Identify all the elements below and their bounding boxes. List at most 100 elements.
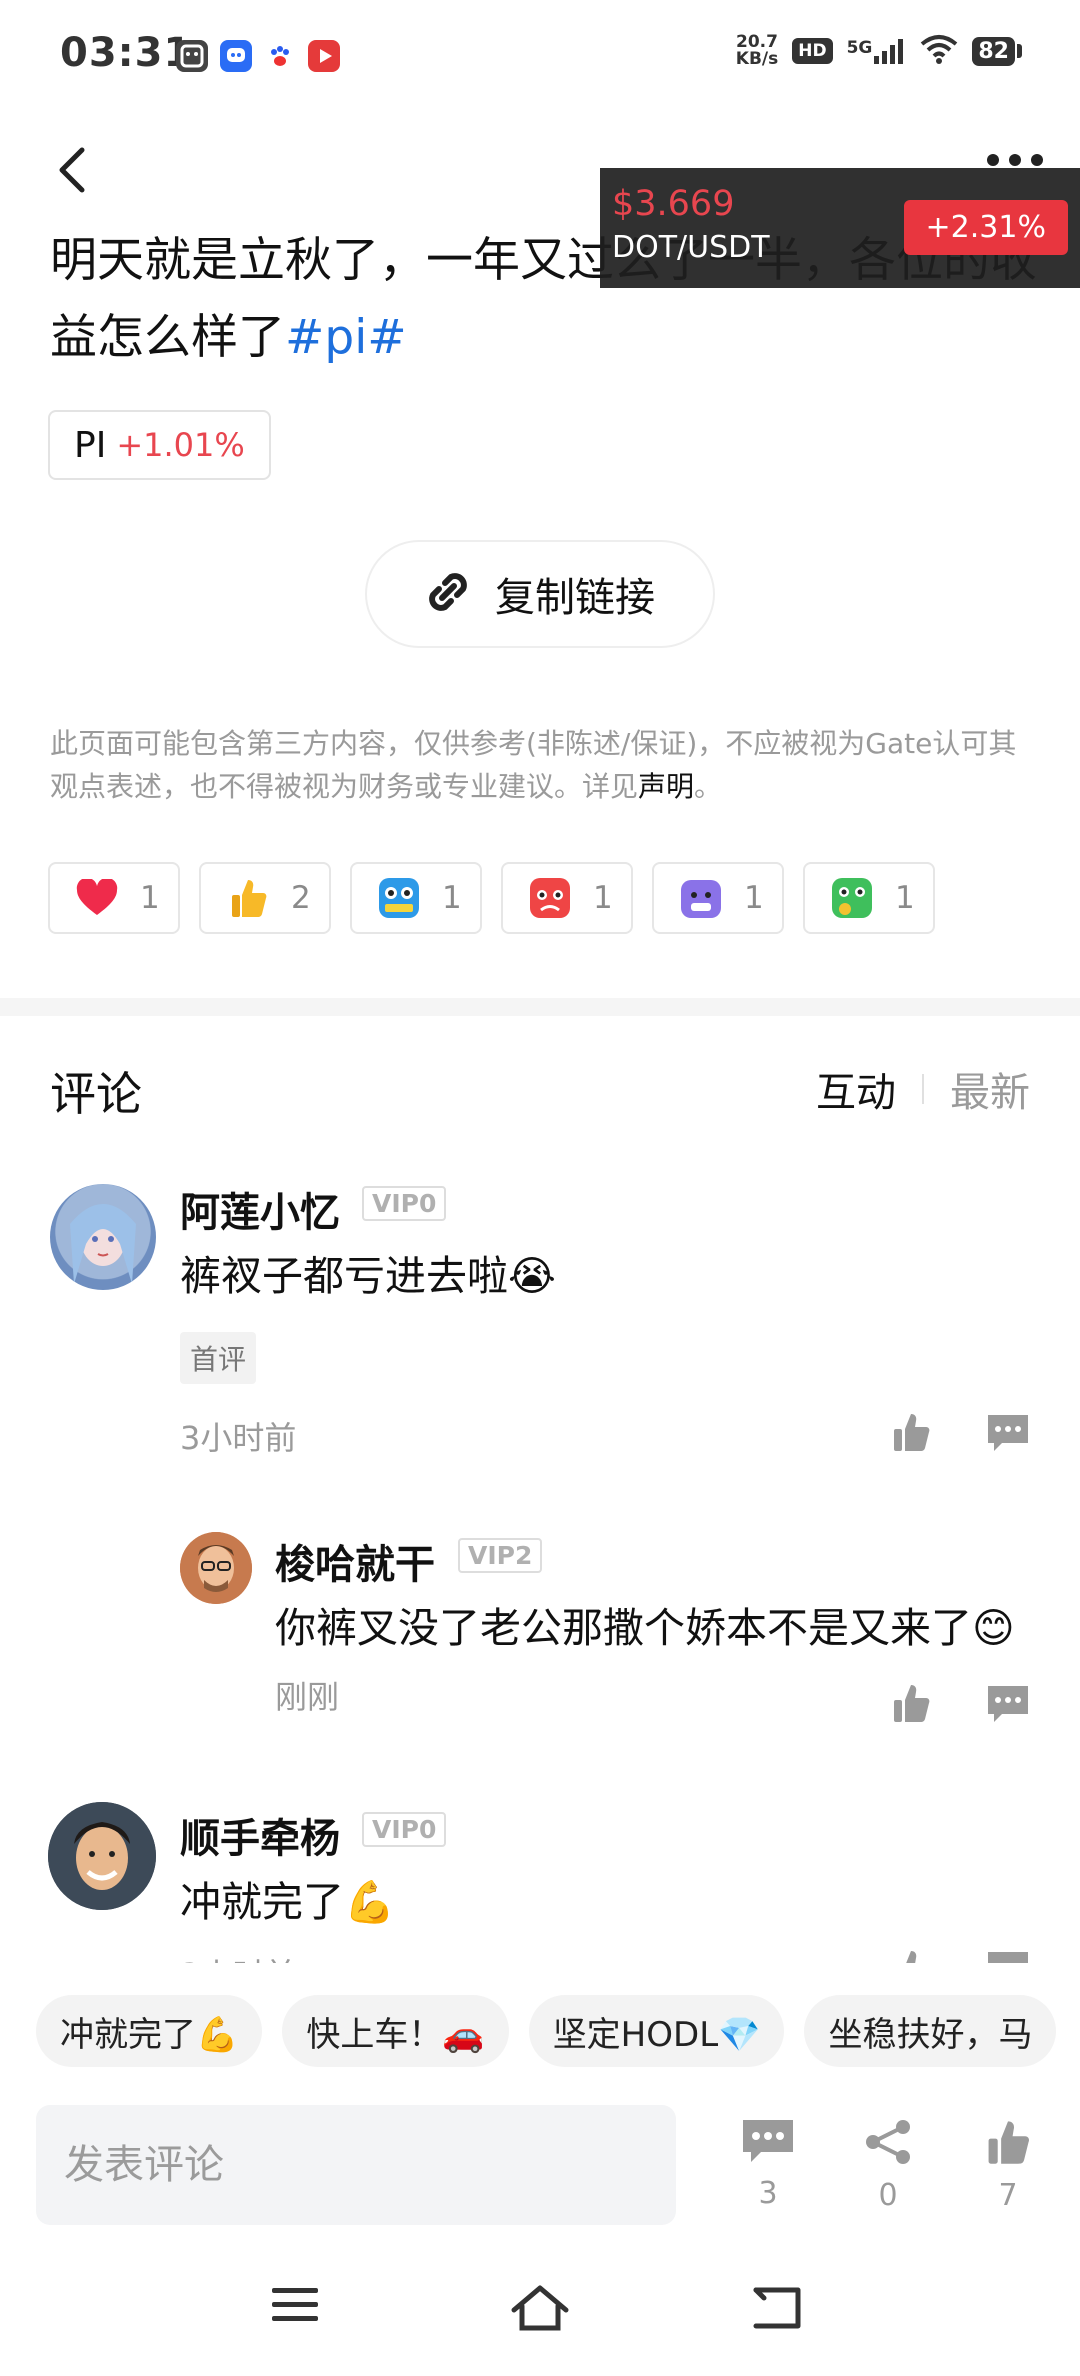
comment-author[interactable]: 顺手牵杨 [180,1806,340,1864]
like-post-button[interactable]: 7 [968,2118,1048,2213]
like-icon[interactable] [890,1948,932,1963]
disclaimer-link[interactable]: 声明 [638,770,694,803]
video-app-icon [308,40,340,72]
disclaimer-text: 此页面可能包含第三方内容，仅供参考(非陈述/保证)，不应被视为Gate认可其观点… [50,727,1017,803]
battery-icon: 82 [972,36,1022,66]
comment-count: 3 [758,2176,778,2211]
status-time: 03:31 [60,30,193,76]
reaction-count: 2 [291,880,311,916]
network-speed: 20.7 KB/s [736,34,778,68]
reaction-count: 1 [442,880,462,916]
hashtag-link[interactable]: #pi# [285,310,407,365]
status-indicators: 20.7 KB/s HD 5G 82 [736,34,1022,68]
ticker-price: $3.669 [612,184,735,224]
quick-reply-chip[interactable]: 坐稳扶好，马 [804,1995,1057,2067]
comment-time: 刚刚 [275,1678,340,1716]
price-ticker-overlay[interactable]: $3.669 DOT/USDT +2.31% [600,168,1080,288]
link-icon [425,569,471,619]
reply-icon[interactable] [986,1684,1030,1724]
like-icon[interactable] [890,1411,932,1453]
signal-icon: 5G [847,38,907,64]
coin-tag-chip[interactable]: PI +1.01% [48,410,271,480]
reply-item: 梭哈就干 VIP2 你裤叉没了老公那撒个娇本不是又来了😊 刚刚 [0,1500,1080,1740]
reaction-purple[interactable]: 1 [652,862,784,934]
comments-list: 阿莲小忆 VIP0 裤衩子都亏进去啦😭 首评 3小时前 梭哈就干 VIP2 你裤… [0,1160,1080,1963]
disclaimer: 此页面可能包含第三方内容，仅供参考(非陈述/保证)，不应被视为Gate认可其观点… [50,722,1030,808]
menu-icon[interactable] [270,2284,330,2334]
comment-sort-tabs: 互动 最新 [816,1060,1030,1118]
like-icon[interactable] [890,1682,932,1724]
comment-text: 冲就完了💪 [180,1878,396,1926]
coin-symbol: PI [74,424,107,466]
network-speed-unit: KB/s [735,49,779,69]
thumbs-up-icon [983,2118,1033,2170]
share-button[interactable]: 0 [848,2118,928,2213]
quick-reply-chip[interactable]: 快上车！🚗 [282,1995,509,2067]
hd-badge: HD [792,38,833,64]
share-count: 0 [878,2178,898,2213]
back-nav-icon[interactable] [750,2284,810,2334]
comment-time: 3小时前 [180,1419,297,1457]
copy-link-label: 复制链接 [495,575,655,621]
ticker-change-badge: +2.31% [903,200,1068,255]
comment-item: 顺手牵杨 VIP0 冲就完了💪 3小时前 [0,1780,1080,1963]
avatar[interactable] [50,1184,156,1290]
green-sick-emoji-icon [829,875,875,921]
thumbs-up-icon [225,875,271,921]
reaction-count: 1 [593,880,613,916]
reaction-count: 1 [744,880,764,916]
post-detail-page: 03:31 20.7 KB/s HD 5G 82 明天就是立秋了，一年又过么了一… [0,0,1080,2376]
reaction-heart[interactable]: 1 [48,862,180,934]
reaction-green[interactable]: 1 [803,862,935,934]
system-navigation-bar [0,2270,1080,2360]
comment-time: 3小时前 [180,1950,296,1963]
reply-icon[interactable] [986,1413,1030,1453]
reaction-hodl[interactable]: 1 [350,862,482,934]
coin-change: +1.01% [116,426,245,464]
angry-emoji-icon [527,875,573,921]
purple-monster-emoji-icon [678,875,724,921]
quick-reply-chip[interactable]: 冲就完了💪 [36,1995,263,2067]
wifi-icon [920,34,958,68]
comment-icon [741,2118,795,2168]
like-count: 7 [998,2178,1018,2213]
back-button[interactable] [52,140,92,200]
comments-heading: 评论 [50,1067,142,1121]
comment-author[interactable]: 梭哈就干 [275,1532,435,1590]
chat-app-icon [220,40,252,72]
avatar[interactable] [48,1802,156,1910]
reactions-bar: 1 2 1 1 1 1 [48,862,935,934]
quick-reply-chip[interactable]: 坚定HODL💎 [528,1995,785,2067]
vip-badge: VIP0 [362,1186,447,1221]
paw-app-icon [264,40,296,72]
comment-text: 裤衩子都亏进去啦😭 [180,1252,556,1300]
reaction-thumbs-up[interactable]: 2 [199,862,331,934]
ticker-pair: DOT/USDT [612,230,770,265]
reply-icon[interactable] [986,1950,1030,1963]
share-icon [863,2118,913,2170]
first-comment-badge: 首评 [180,1332,257,1384]
vip-badge: VIP0 [362,1812,447,1847]
comment-input[interactable] [36,2105,676,2225]
network-type: 5G [846,38,873,58]
status-bar: 03:31 20.7 KB/s HD 5G 82 [0,0,1080,115]
disclaimer-end: 。 [694,770,723,803]
app-notification-icon [176,40,208,72]
reaction-count: 1 [895,880,915,916]
comment-item: 阿莲小忆 VIP0 裤衩子都亏进去啦😭 首评 3小时前 [0,1160,1080,1500]
reaction-count: 1 [140,880,160,916]
comment-author[interactable]: 阿莲小忆 [180,1180,340,1238]
battery-level: 82 [972,36,1015,66]
heart-icon [74,875,120,921]
hodl-emoji-icon [376,875,422,921]
home-icon[interactable] [510,2284,570,2334]
comments-count-button[interactable]: 3 [728,2118,808,2211]
reaction-angry[interactable]: 1 [501,862,633,934]
comment-text: 你裤叉没了老公那撒个娇本不是又来了😊 [275,1604,1015,1652]
quick-reply-bar: 冲就完了💪 快上车！🚗 坚定HODL💎 坐稳扶好，马 [36,1995,1080,2073]
avatar[interactable] [180,1532,252,1604]
vip-badge: VIP2 [458,1538,543,1573]
copy-link-button[interactable]: 复制链接 [365,540,715,648]
tab-latest[interactable]: 最新 [924,1060,1030,1118]
tab-interactive[interactable]: 互动 [816,1060,922,1118]
